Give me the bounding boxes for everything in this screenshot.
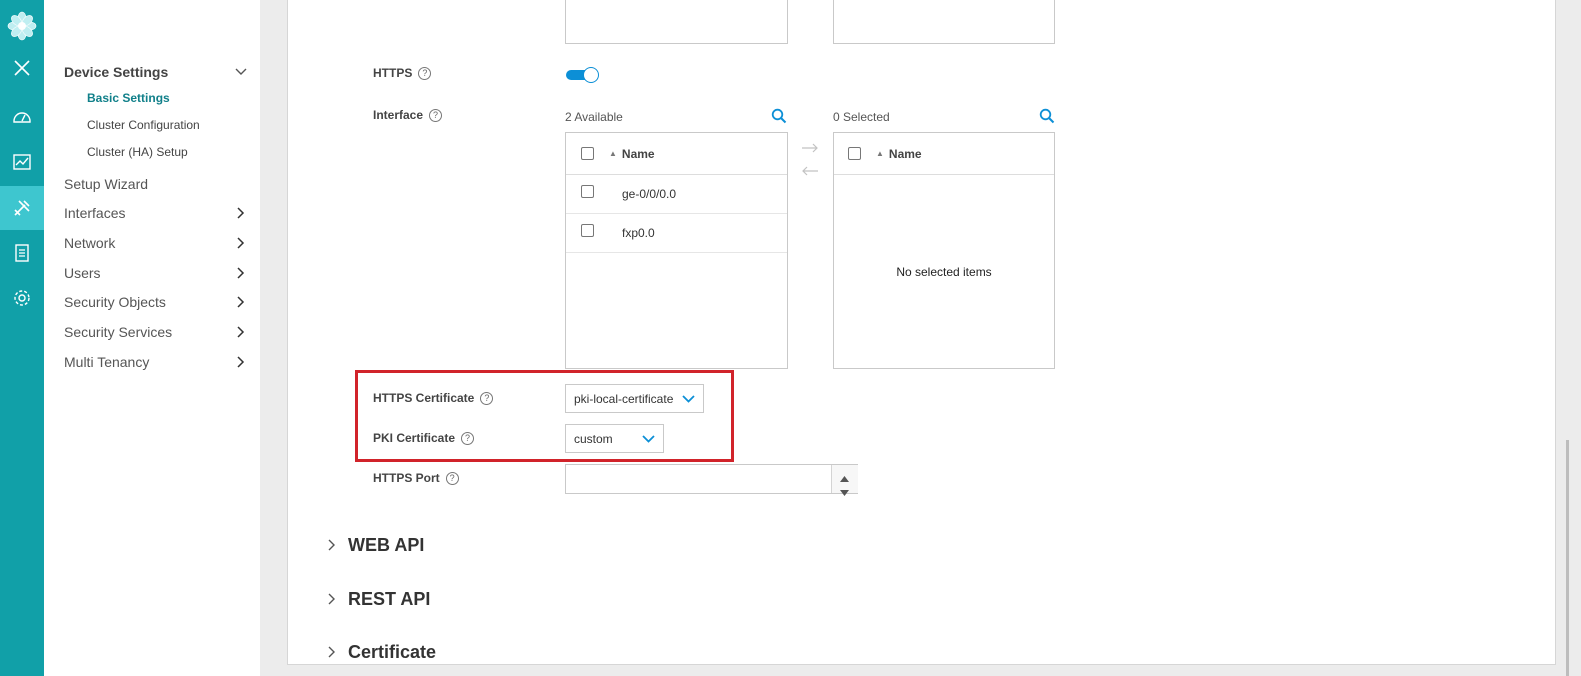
section-certificate-label: Certificate bbox=[348, 642, 437, 662]
nav-basic-settings[interactable]: Basic Settings bbox=[87, 91, 170, 105]
chevron-right-icon bbox=[328, 535, 336, 556]
nav-interfaces-label: Interfaces bbox=[64, 205, 126, 221]
list-item[interactable]: fxp0.0 bbox=[566, 214, 787, 253]
row-checkbox[interactable] bbox=[581, 223, 594, 237]
selected-list-header: ▲ Name bbox=[834, 133, 1054, 175]
stepper-down-icon[interactable] bbox=[840, 483, 849, 501]
move-right-icon[interactable] bbox=[801, 140, 819, 158]
chevron-right-icon bbox=[233, 294, 249, 310]
nav-network[interactable]: Network bbox=[64, 235, 249, 251]
available-list-header: ▲ Name bbox=[566, 133, 787, 175]
gear-icon[interactable] bbox=[0, 276, 44, 320]
dashboard-icon[interactable] bbox=[0, 95, 44, 139]
previous-available-list bbox=[565, 0, 788, 44]
monitor-icon[interactable] bbox=[0, 140, 44, 184]
select-all-checkbox[interactable] bbox=[848, 147, 861, 160]
name-column-header[interactable]: Name bbox=[622, 147, 655, 161]
nav-security-objects-label: Security Objects bbox=[64, 294, 166, 310]
nav-multi-tenancy-label: Multi Tenancy bbox=[64, 354, 150, 370]
https-port-label-text: HTTPS Port bbox=[373, 471, 440, 485]
section-rest-api-label: REST API bbox=[348, 589, 431, 609]
nav-device-settings-label: Device Settings bbox=[64, 64, 169, 80]
previous-selected-list bbox=[833, 0, 1055, 44]
highlight-box bbox=[355, 370, 734, 462]
nav-setup-wizard[interactable]: Setup Wizard bbox=[64, 176, 249, 192]
tools-icon[interactable] bbox=[0, 186, 44, 230]
chevron-right-icon bbox=[328, 589, 336, 610]
sort-asc-icon[interactable]: ▲ bbox=[876, 149, 884, 158]
chevron-right-icon bbox=[233, 265, 249, 281]
nav-setup-wizard-label: Setup Wizard bbox=[64, 176, 149, 192]
close-icon[interactable] bbox=[0, 46, 44, 90]
interface-label: Interface ? bbox=[373, 108, 443, 122]
stepper-buttons bbox=[831, 465, 858, 496]
selected-count: 0 Selected bbox=[833, 110, 890, 124]
empty-list-message: No selected items bbox=[896, 265, 992, 279]
nav-interfaces[interactable]: Interfaces bbox=[64, 205, 249, 221]
row-checkbox[interactable] bbox=[581, 184, 594, 198]
reports-icon[interactable] bbox=[0, 231, 44, 275]
page-scrollbar[interactable] bbox=[1566, 440, 1569, 676]
nav-network-label: Network bbox=[64, 235, 116, 251]
name-column-header[interactable]: Name bbox=[889, 147, 922, 161]
list-item[interactable]: ge-0/0/0.0 bbox=[566, 175, 787, 214]
interface-label-text: Interface bbox=[373, 108, 424, 122]
nav-cluster-configuration[interactable]: Cluster Configuration bbox=[87, 118, 200, 132]
help-icon[interactable]: ? bbox=[445, 471, 459, 485]
side-navigation: Device Settings Basic Settings Cluster C… bbox=[44, 0, 260, 676]
nav-security-objects[interactable]: Security Objects bbox=[64, 294, 249, 310]
available-list: ▲ Name ge-0/0/0.0 fxp0.0 bbox=[565, 132, 788, 369]
help-icon[interactable]: ? bbox=[429, 108, 443, 122]
https-label: HTTPS ? bbox=[373, 66, 432, 80]
https-port-stepper bbox=[565, 464, 858, 496]
search-icon[interactable] bbox=[1039, 108, 1055, 129]
chevron-right-icon bbox=[328, 642, 336, 663]
chevron-right-icon bbox=[233, 354, 249, 370]
nav-users[interactable]: Users bbox=[64, 265, 249, 281]
https-label-text: HTTPS bbox=[373, 66, 413, 80]
flower-logo-icon[interactable] bbox=[0, 4, 44, 48]
section-rest-api[interactable]: REST API bbox=[328, 589, 430, 610]
select-all-checkbox[interactable] bbox=[581, 147, 594, 160]
move-left-icon[interactable] bbox=[801, 163, 819, 181]
section-web-api[interactable]: WEB API bbox=[328, 535, 424, 556]
list-item-label: fxp0.0 bbox=[622, 226, 655, 240]
section-certificate[interactable]: Certificate bbox=[328, 642, 436, 663]
https-port-input[interactable] bbox=[570, 469, 829, 491]
search-icon[interactable] bbox=[771, 108, 787, 129]
nav-cluster-ha-setup[interactable]: Cluster (HA) Setup bbox=[87, 145, 188, 159]
nav-device-settings[interactable]: Device Settings bbox=[64, 64, 249, 80]
nav-security-services[interactable]: Security Services bbox=[64, 324, 249, 340]
sort-asc-icon[interactable]: ▲ bbox=[609, 149, 617, 158]
https-toggle[interactable] bbox=[566, 67, 599, 83]
chevron-right-icon bbox=[233, 235, 249, 251]
https-port-label: HTTPS Port ? bbox=[373, 471, 459, 485]
nav-users-label: Users bbox=[64, 265, 101, 281]
selected-list: ▲ Name No selected items bbox=[833, 132, 1055, 369]
available-count: 2 Available bbox=[565, 110, 623, 124]
chevron-right-icon bbox=[233, 205, 249, 221]
chevron-right-icon bbox=[233, 324, 249, 340]
nav-security-services-label: Security Services bbox=[64, 324, 173, 340]
nav-multi-tenancy[interactable]: Multi Tenancy bbox=[64, 354, 249, 370]
icon-rail bbox=[0, 0, 44, 676]
help-icon[interactable]: ? bbox=[418, 66, 432, 80]
list-item-label: ge-0/0/0.0 bbox=[622, 187, 677, 201]
section-web-api-label: WEB API bbox=[348, 535, 425, 555]
chevron-down-icon bbox=[233, 64, 249, 80]
